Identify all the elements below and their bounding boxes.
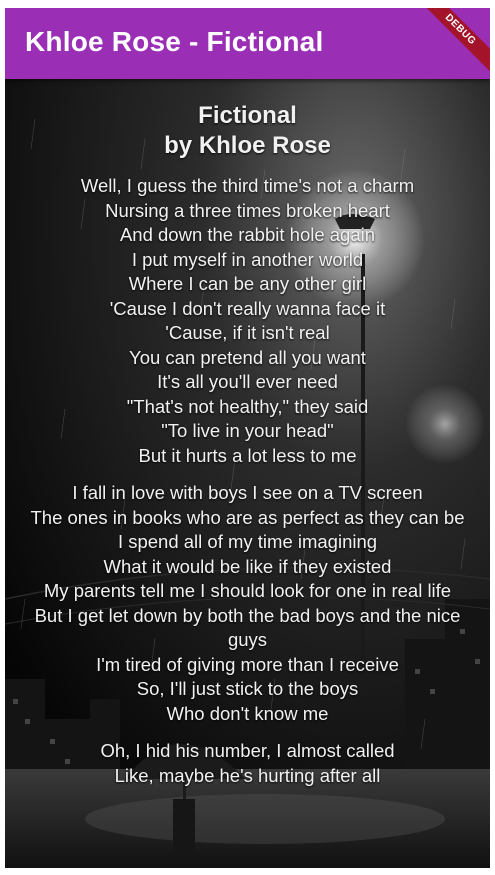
app-bar: Khloe Rose - Fictional DEBUG [5,8,490,79]
lyric-line: I put myself in another world [131,248,364,270]
lyric-line: "That's not healthy," they said [126,395,369,417]
lyric-line: I'm tired of giving more than I receive [96,653,399,675]
lyric-line: Oh, I hid his number, I almost called [100,740,395,761]
verse-1: Well, I guess the third time's not a cha… [29,174,466,468]
lyric-line: But I get let down by both the bad boys … [34,604,461,651]
verse-3: Oh, I hid his number, I almost called Li… [29,739,466,788]
app-screen: Khloe Rose - Fictional DEBUG Fictional b… [5,8,490,868]
lyric-line: I spend all of my time imagining [117,531,378,552]
app-bar-title: Khloe Rose - Fictional [25,26,324,57]
lyric-line: But it hurts a lot less to me [138,444,357,466]
lyric-line: Nursing a three times broken heart [105,199,390,221]
song-title: Fictional [198,102,297,129]
lyric-line: It's all you'll ever need [157,371,338,392]
lyric-line: Like, maybe he's hurting after all [114,764,381,786]
lyric-line: My parents tell me I should look for one… [43,580,452,601]
lyric-line: The ones in books who are as perfect as … [30,506,465,528]
lyric-line: "To live in your head" [161,420,334,441]
verse-2: I fall in love with boys I see on a TV s… [29,481,466,726]
lyric-line: 'Cause, if it isn't real [165,322,330,343]
lyric-line: You can pretend all you want [129,346,366,368]
lyric-line: I fall in love with boys I see on a TV s… [72,482,423,503]
lyric-line: Where I can be any other girl [128,273,367,294]
lyric-line: So, I'll just stick to the boys [136,678,359,699]
song-byline: by Khloe Rose [164,132,331,159]
lyric-line: Who don't know me [166,702,329,724]
lyric-line: What it would be like if they existed [103,555,392,577]
lyric-line: Well, I guess the third time's not a cha… [80,175,415,196]
lyric-line: And down the rabbit hole again [119,224,376,245]
debug-banner: DEBUG [411,8,490,79]
lyrics-view[interactable]: Fictional by Khloe Rose Well, I guess th… [5,79,490,868]
lyric-line: 'Cause I don't really wanna face it [109,297,386,319]
